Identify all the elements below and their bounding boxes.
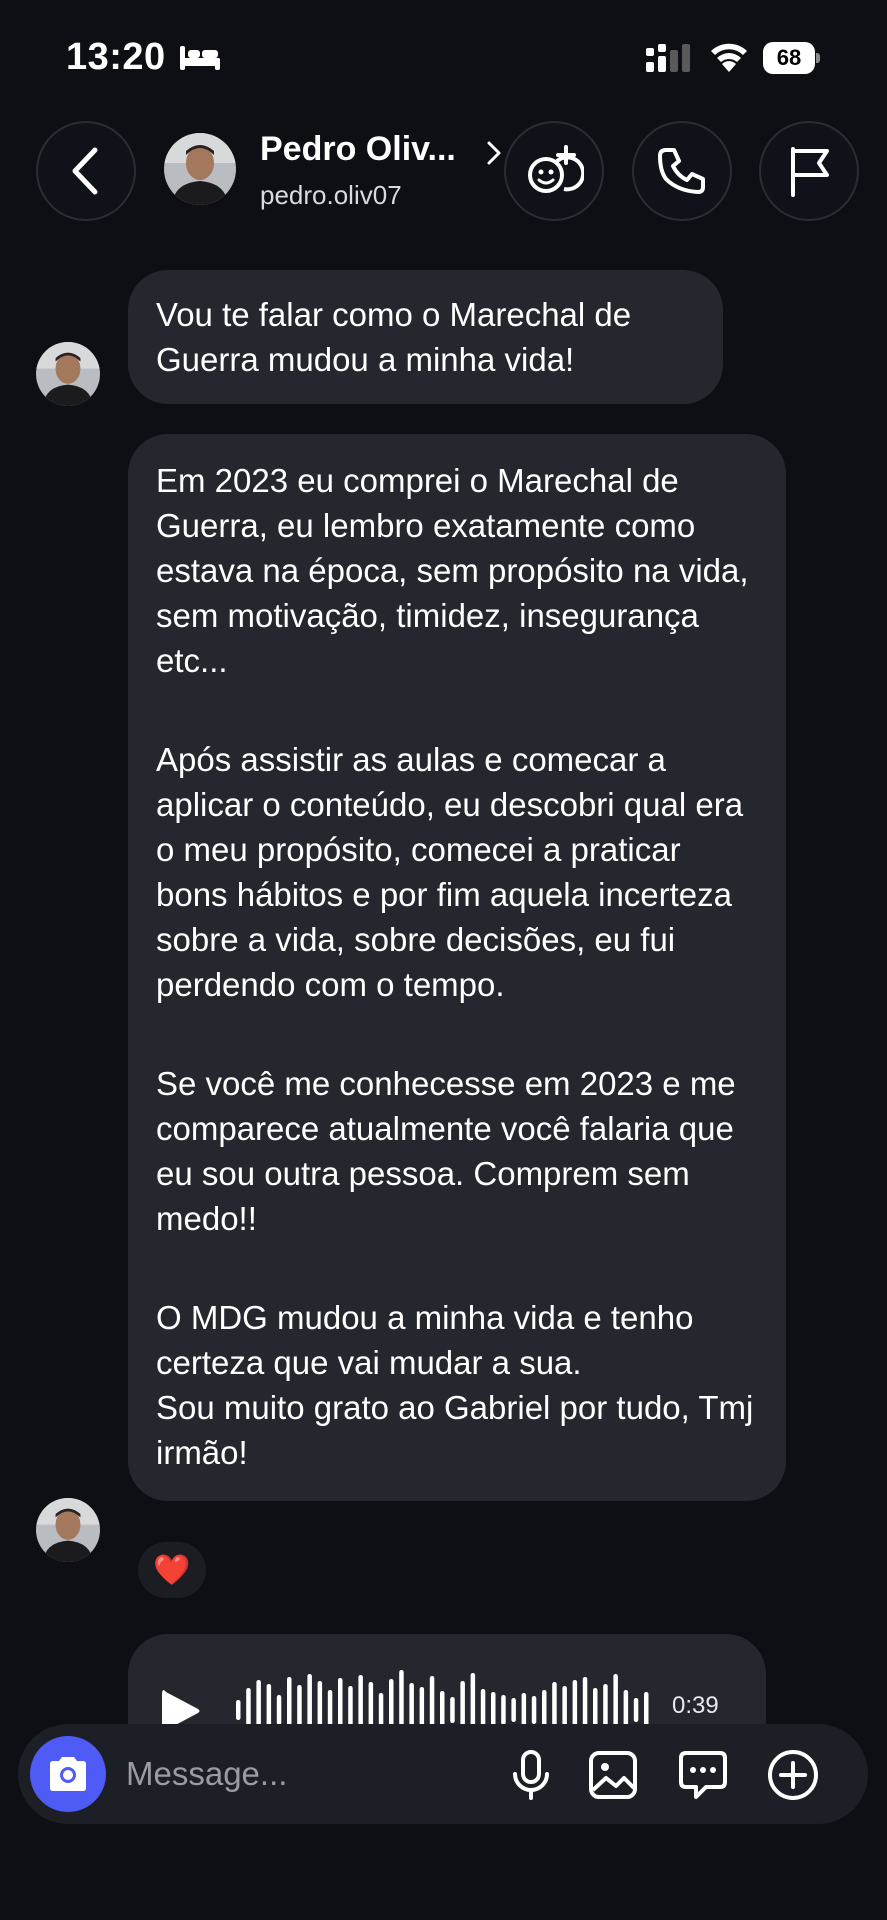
message-paragraph: Em 2023 eu comprei o Marechal de Guerra,… xyxy=(156,462,749,679)
message-paragraph: Se você me conhecesse em 2023 e me compa… xyxy=(156,1065,736,1237)
message-bubble[interactable]: Em 2023 eu comprei o Marechal de Guerra,… xyxy=(128,434,786,1501)
heart-reaction[interactable]: ❤️ xyxy=(138,1542,206,1598)
chevron-right-icon[interactable] xyxy=(486,140,502,166)
battery-icon: 68 xyxy=(763,42,820,74)
waveform-bar xyxy=(501,1695,506,1725)
waveform-bar xyxy=(276,1695,282,1725)
gallery-icon[interactable] xyxy=(586,1748,640,1802)
status-time: 13:20 xyxy=(66,36,166,78)
contact-name[interactable]: Pedro Oliv... xyxy=(260,130,456,169)
plus-icon[interactable] xyxy=(766,1748,820,1802)
waveform-bar xyxy=(521,1693,527,1727)
sticker-icon[interactable] xyxy=(676,1748,730,1802)
message-input[interactable] xyxy=(126,1742,496,1806)
microphone-icon[interactable] xyxy=(504,1748,558,1802)
back-arrow-icon xyxy=(72,147,98,195)
sender-avatar[interactable] xyxy=(36,1498,100,1562)
message-text: Vou te falar como o Marechal de Guerra m… xyxy=(156,296,632,378)
waveform-bar xyxy=(450,1697,455,1723)
waveform-bar xyxy=(511,1698,516,1722)
wifi-icon xyxy=(711,43,747,72)
waveform-bar xyxy=(236,1700,241,1720)
contact-avatar[interactable] xyxy=(164,133,236,205)
report-button[interactable] xyxy=(759,121,859,221)
waveform-bar xyxy=(633,1698,639,1722)
phone-icon xyxy=(658,148,705,194)
voice-duration: 0:39 xyxy=(672,1692,719,1719)
camera-button[interactable] xyxy=(30,1736,106,1812)
call-button[interactable] xyxy=(632,121,732,221)
message-composer xyxy=(18,1724,868,1824)
waveform-bar xyxy=(644,1692,649,1728)
waveform-bar xyxy=(531,1696,537,1724)
contact-username[interactable]: pedro.oliv07 xyxy=(260,180,402,211)
battery-level: 68 xyxy=(763,42,815,74)
bed-icon xyxy=(180,46,220,70)
add-meet-icon xyxy=(528,145,584,193)
waveform-bar xyxy=(491,1692,496,1728)
meet-button[interactable] xyxy=(504,121,604,221)
chat-header: Pedro Oliv... pedro.oliv07 xyxy=(0,118,887,224)
camera-icon xyxy=(50,1757,86,1791)
message-bubble[interactable]: Vou te falar como o Marechal de Guerra m… xyxy=(128,270,723,404)
waveform-bar xyxy=(378,1693,384,1727)
sender-avatar[interactable] xyxy=(36,342,100,406)
back-button[interactable] xyxy=(36,121,136,221)
flag-icon xyxy=(791,147,829,197)
signal-icon xyxy=(646,44,690,72)
message-paragraph: O MDG mudou a minha vida e tenho certeza… xyxy=(156,1299,754,1471)
message-paragraph: Após assistir as aulas e comecar a aplic… xyxy=(156,741,744,1003)
status-bar: 13:20 68 xyxy=(0,0,887,110)
heart-icon: ❤️ xyxy=(153,1553,191,1587)
